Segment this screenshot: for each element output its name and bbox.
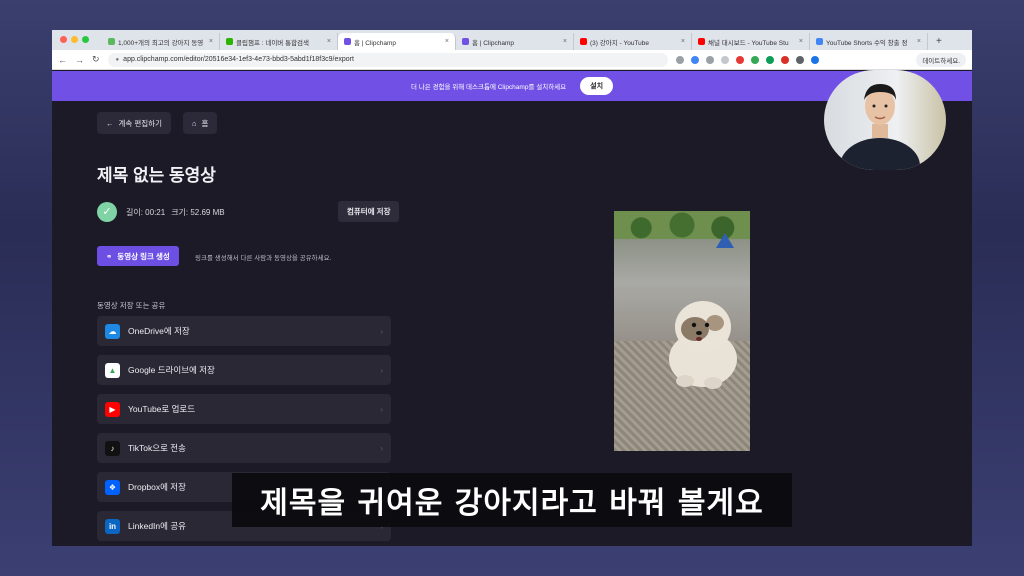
close-window-button[interactable] [60, 36, 67, 43]
dropbox-icon: ❖ [105, 479, 120, 495]
tab-label: 1,000+개의 최고의 강아지 동영 [118, 39, 204, 47]
share-option-onedrive[interactable]: ☁ OneDrive에 저장 › [97, 316, 391, 346]
home-icon: ⌂ [192, 118, 197, 128]
toy-image [716, 233, 734, 248]
puppy-image [669, 301, 737, 389]
video-length: 길이: 00:21 [126, 208, 166, 217]
browser-tab[interactable]: 클립챔프 : 네이버 통합검색 × [220, 33, 338, 50]
share-option-youtube[interactable]: ▶ YouTube로 업로드 › [97, 394, 391, 424]
share-option-label: Dropbox에 저장 [128, 482, 186, 492]
favicon-icon [462, 38, 469, 45]
browser-tab[interactable]: 1,000+개의 최고의 강아지 동영 × [102, 33, 220, 50]
chevron-right-icon: › [380, 443, 383, 453]
chevron-right-icon: › [380, 365, 383, 375]
tab-label: 홈 | Clipchamp [472, 39, 514, 47]
video-caption: 제목을 귀여운 강아지라고 바꿔 볼게요 [232, 473, 792, 527]
continue-editing-button[interactable]: ← 계속 편집하기 [97, 112, 171, 134]
extension-icon[interactable] [780, 55, 789, 64]
favicon-icon [816, 38, 823, 45]
favicon-icon [226, 38, 233, 45]
video-preview[interactable] [614, 211, 750, 451]
browser-tab[interactable]: YouTube Shorts 수익 창출 정 × [810, 33, 928, 50]
tab-label: 클립챔프 : 네이버 통합검색 [236, 39, 310, 47]
video-title[interactable]: 제목 없는 동영상 [97, 161, 216, 186]
lock-icon: ● [115, 56, 120, 63]
home-label: 홈 [201, 118, 209, 128]
share-option-label: LinkedIn에 공유 [128, 521, 186, 531]
reload-icon[interactable]: ↻ [92, 54, 100, 65]
youtube-icon: ▶ [105, 401, 120, 417]
presenter-image [840, 84, 920, 170]
extension-icon[interactable] [765, 55, 774, 64]
extension-icon[interactable] [735, 55, 744, 64]
save-to-computer-button[interactable]: 컴퓨터에 저장 [338, 201, 400, 222]
onedrive-icon: ☁ [105, 323, 120, 339]
close-tab-icon[interactable]: × [799, 38, 803, 45]
address-bar: ← → ↻ ● app.clipchamp.com/editor/20516e3… [52, 50, 972, 70]
video-size: 크기: 52.69 MB [171, 208, 225, 217]
browser-tab[interactable]: 홈 | Clipchamp × [456, 33, 574, 50]
link-icon: ⚭ [106, 251, 113, 261]
chevron-right-icon: › [380, 404, 383, 414]
bookmark-star-icon[interactable] [720, 55, 729, 64]
tiktok-icon: ♪ [105, 440, 120, 456]
puzzle-icon[interactable] [795, 55, 804, 64]
browser-tab[interactable]: 채널 대시보드 - YouTube Stu × [692, 33, 810, 50]
video-meta: 길이: 00:21 크기: 52.69 MB [126, 207, 225, 218]
forward-arrow-icon[interactable]: → [75, 55, 84, 65]
favicon-icon [698, 38, 705, 45]
share-option-label: YouTube로 업로드 [128, 404, 196, 414]
browser-tab[interactable]: (3) 강아지 - YouTube × [574, 33, 692, 50]
tabs: 1,000+개의 최고의 강아지 동영 × 클립챔프 : 네이버 통합검색 × 홈 | … [102, 33, 928, 50]
close-tab-icon[interactable]: × [327, 38, 331, 45]
close-tab-icon[interactable]: × [445, 38, 449, 45]
maximize-window-button[interactable] [82, 36, 89, 43]
tab-bar: 1,000+개의 최고의 강아지 동영 × 클립챔프 : 네이버 통합검색 × 홈 | … [52, 30, 972, 50]
favicon-icon [344, 38, 351, 45]
close-tab-icon[interactable]: × [209, 38, 213, 45]
close-tab-icon[interactable]: × [917, 38, 921, 45]
window-controls [60, 36, 89, 43]
tab-label: YouTube Shorts 수익 창출 정 [826, 39, 908, 47]
back-arrow-icon[interactable]: ← [58, 55, 67, 65]
chevron-right-icon: › [380, 326, 383, 336]
minimize-window-button[interactable] [71, 36, 78, 43]
profile-button[interactable]: 데이트하세요. [916, 52, 966, 67]
close-tab-icon[interactable]: × [681, 38, 685, 45]
install-button[interactable]: 설치 [580, 77, 614, 95]
url-text: app.clipchamp.com/editor/20516e34-1ef3-4… [123, 56, 354, 63]
tab-label: 홈 | Clipchamp [354, 39, 396, 47]
home-button[interactable]: ⌂ 홈 [183, 112, 218, 134]
browser-tab[interactable]: 홈 | Clipchamp × [338, 33, 456, 50]
google-drive-icon: ▲ [105, 362, 120, 378]
install-banner-text: 더 나은 경험을 위해 데스크톱에 Clipchamp를 설치하세요 [410, 84, 567, 91]
share-option-label: Google 드라이브에 저장 [128, 365, 215, 375]
create-link-label: 동영상 링크 생성 [117, 251, 170, 261]
share-option-google-drive[interactable]: ▲ Google 드라이브에 저장 › [97, 355, 391, 385]
tab-label: (3) 강아지 - YouTube [590, 39, 650, 47]
extension-icon[interactable] [675, 55, 684, 64]
arrow-left-icon: ← [106, 118, 114, 128]
favicon-icon [108, 38, 115, 45]
extension-icon[interactable] [705, 55, 714, 64]
webcam-overlay [824, 70, 946, 170]
favicon-icon [580, 38, 587, 45]
new-tab-button[interactable]: + [928, 33, 950, 50]
download-icon[interactable] [810, 55, 819, 64]
share-option-tiktok[interactable]: ♪ TikTok으로 전송 › [97, 433, 391, 463]
tab-label: 채널 대시보드 - YouTube Stu [708, 39, 789, 47]
create-link-button[interactable]: ⚭ 동영상 링크 생성 [97, 246, 179, 266]
continue-editing-label: 계속 편집하기 [118, 118, 162, 128]
share-option-label: TikTok으로 전송 [128, 443, 186, 453]
share-section-title: 동영상 저장 또는 공유 [97, 301, 166, 310]
extension-icon[interactable] [690, 55, 699, 64]
url-field[interactable]: ● app.clipchamp.com/editor/20516e34-1ef3… [107, 52, 668, 67]
share-option-label: OneDrive에 저장 [128, 326, 190, 336]
linkedin-icon: in [105, 518, 120, 534]
close-tab-icon[interactable]: × [563, 38, 567, 45]
check-icon: ✓ [97, 202, 117, 222]
create-link-description: 링크를 생성해서 다른 사람과 동영상을 공유하세요. [195, 255, 332, 262]
extension-icon[interactable] [750, 55, 759, 64]
extensions-bar [675, 55, 819, 64]
